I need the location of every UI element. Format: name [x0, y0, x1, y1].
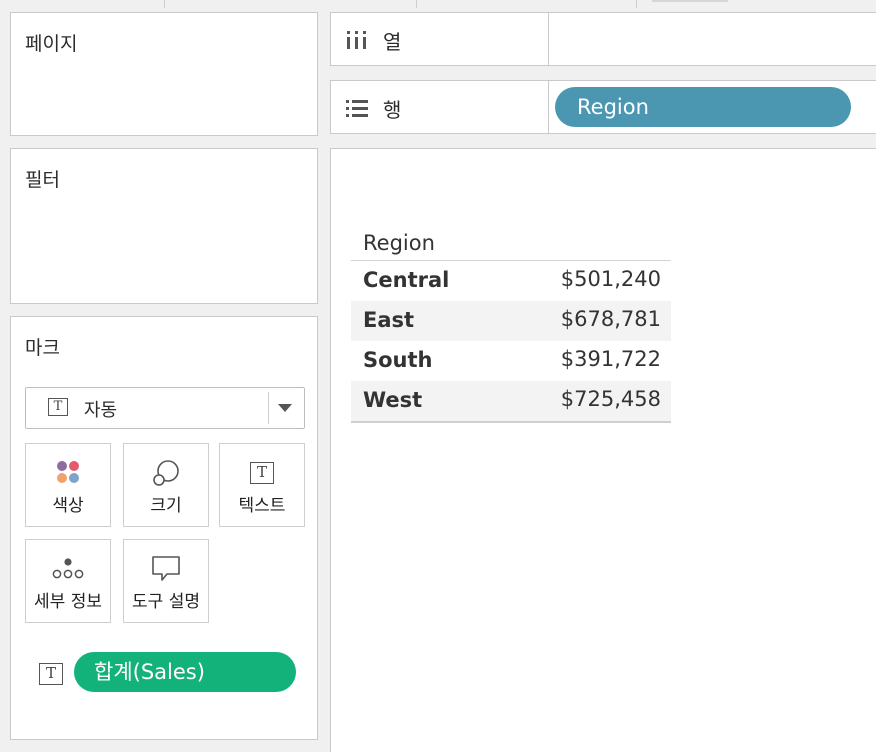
rows-icon: [346, 100, 368, 117]
toolbar-divider: [636, 0, 637, 8]
tooltip-button-label: 도구 설명: [132, 592, 200, 612]
tooltip-icon: [152, 556, 180, 581]
detail-button[interactable]: 세부 정보: [25, 539, 111, 623]
detail-icon: [52, 558, 84, 579]
pages-card[interactable]: 페이지: [10, 12, 318, 136]
size-button-label: 크기: [150, 496, 182, 516]
color-button-label: 색상: [52, 496, 84, 516]
columns-shelf-label: 열: [383, 30, 402, 54]
region-column-header[interactable]: Region: [363, 231, 435, 255]
text-mark-icon: T: [48, 398, 68, 416]
region-cell: South: [363, 348, 433, 372]
table-bottom-border: [351, 421, 671, 423]
text-table: Region Central $501,240 East $678,781 So…: [351, 227, 671, 423]
view-canvas: Region Central $501,240 East $678,781 So…: [330, 148, 876, 752]
columns-shelf[interactable]: 열: [330, 12, 876, 66]
columns-shelf-label-area: 열: [331, 13, 549, 65]
size-button[interactable]: 크기: [123, 443, 209, 527]
color-button[interactable]: 색상: [25, 443, 111, 527]
sales-cell: $391,722: [560, 347, 661, 371]
tooltip-button[interactable]: 도구 설명: [123, 539, 209, 623]
region-pill[interactable]: Region: [555, 87, 851, 127]
text-icon: T: [250, 462, 274, 484]
text-button[interactable]: T 텍스트: [219, 443, 305, 527]
table-header: Region: [351, 227, 671, 261]
table-row[interactable]: East $678,781: [351, 301, 671, 341]
table-row[interactable]: South $391,722: [351, 341, 671, 381]
mark-type-label: 자동: [84, 400, 118, 421]
sales-cell: $678,781: [560, 307, 661, 331]
chevron-down-icon[interactable]: [278, 404, 292, 412]
rows-shelf-label: 행: [383, 98, 402, 122]
region-cell: West: [363, 388, 423, 412]
sales-cell: $501,240: [560, 267, 661, 291]
toolbar-divider: [416, 0, 417, 8]
sheet-tab-hint: [652, 0, 728, 2]
size-icon: [153, 460, 179, 486]
filters-card[interactable]: 필터: [10, 148, 318, 304]
toolbar-divider: [164, 0, 165, 8]
rows-shelf-label-area: 행: [331, 81, 549, 133]
text-encoding-icon: T: [39, 663, 63, 685]
pages-card-title: 페이지: [25, 33, 78, 55]
region-cell: East: [363, 308, 415, 332]
table-row[interactable]: Central $501,240: [351, 261, 671, 301]
color-icon: [57, 461, 79, 483]
table-row[interactable]: West $725,458: [351, 381, 671, 421]
columns-icon: [347, 31, 366, 49]
filters-card-title: 필터: [25, 169, 60, 191]
top-toolbar-strip: [0, 0, 876, 10]
region-cell: Central: [363, 268, 450, 292]
rows-shelf[interactable]: 행 Region: [330, 80, 876, 134]
marks-card-title: 마크: [25, 337, 60, 359]
detail-button-label: 세부 정보: [34, 592, 102, 612]
mark-type-dropdown[interactable]: T 자동: [25, 387, 305, 429]
sum-sales-pill[interactable]: 합계(Sales): [74, 652, 296, 692]
sales-cell: $725,458: [560, 387, 661, 411]
text-button-label: 텍스트: [238, 496, 286, 516]
dropdown-divider: [268, 392, 269, 424]
